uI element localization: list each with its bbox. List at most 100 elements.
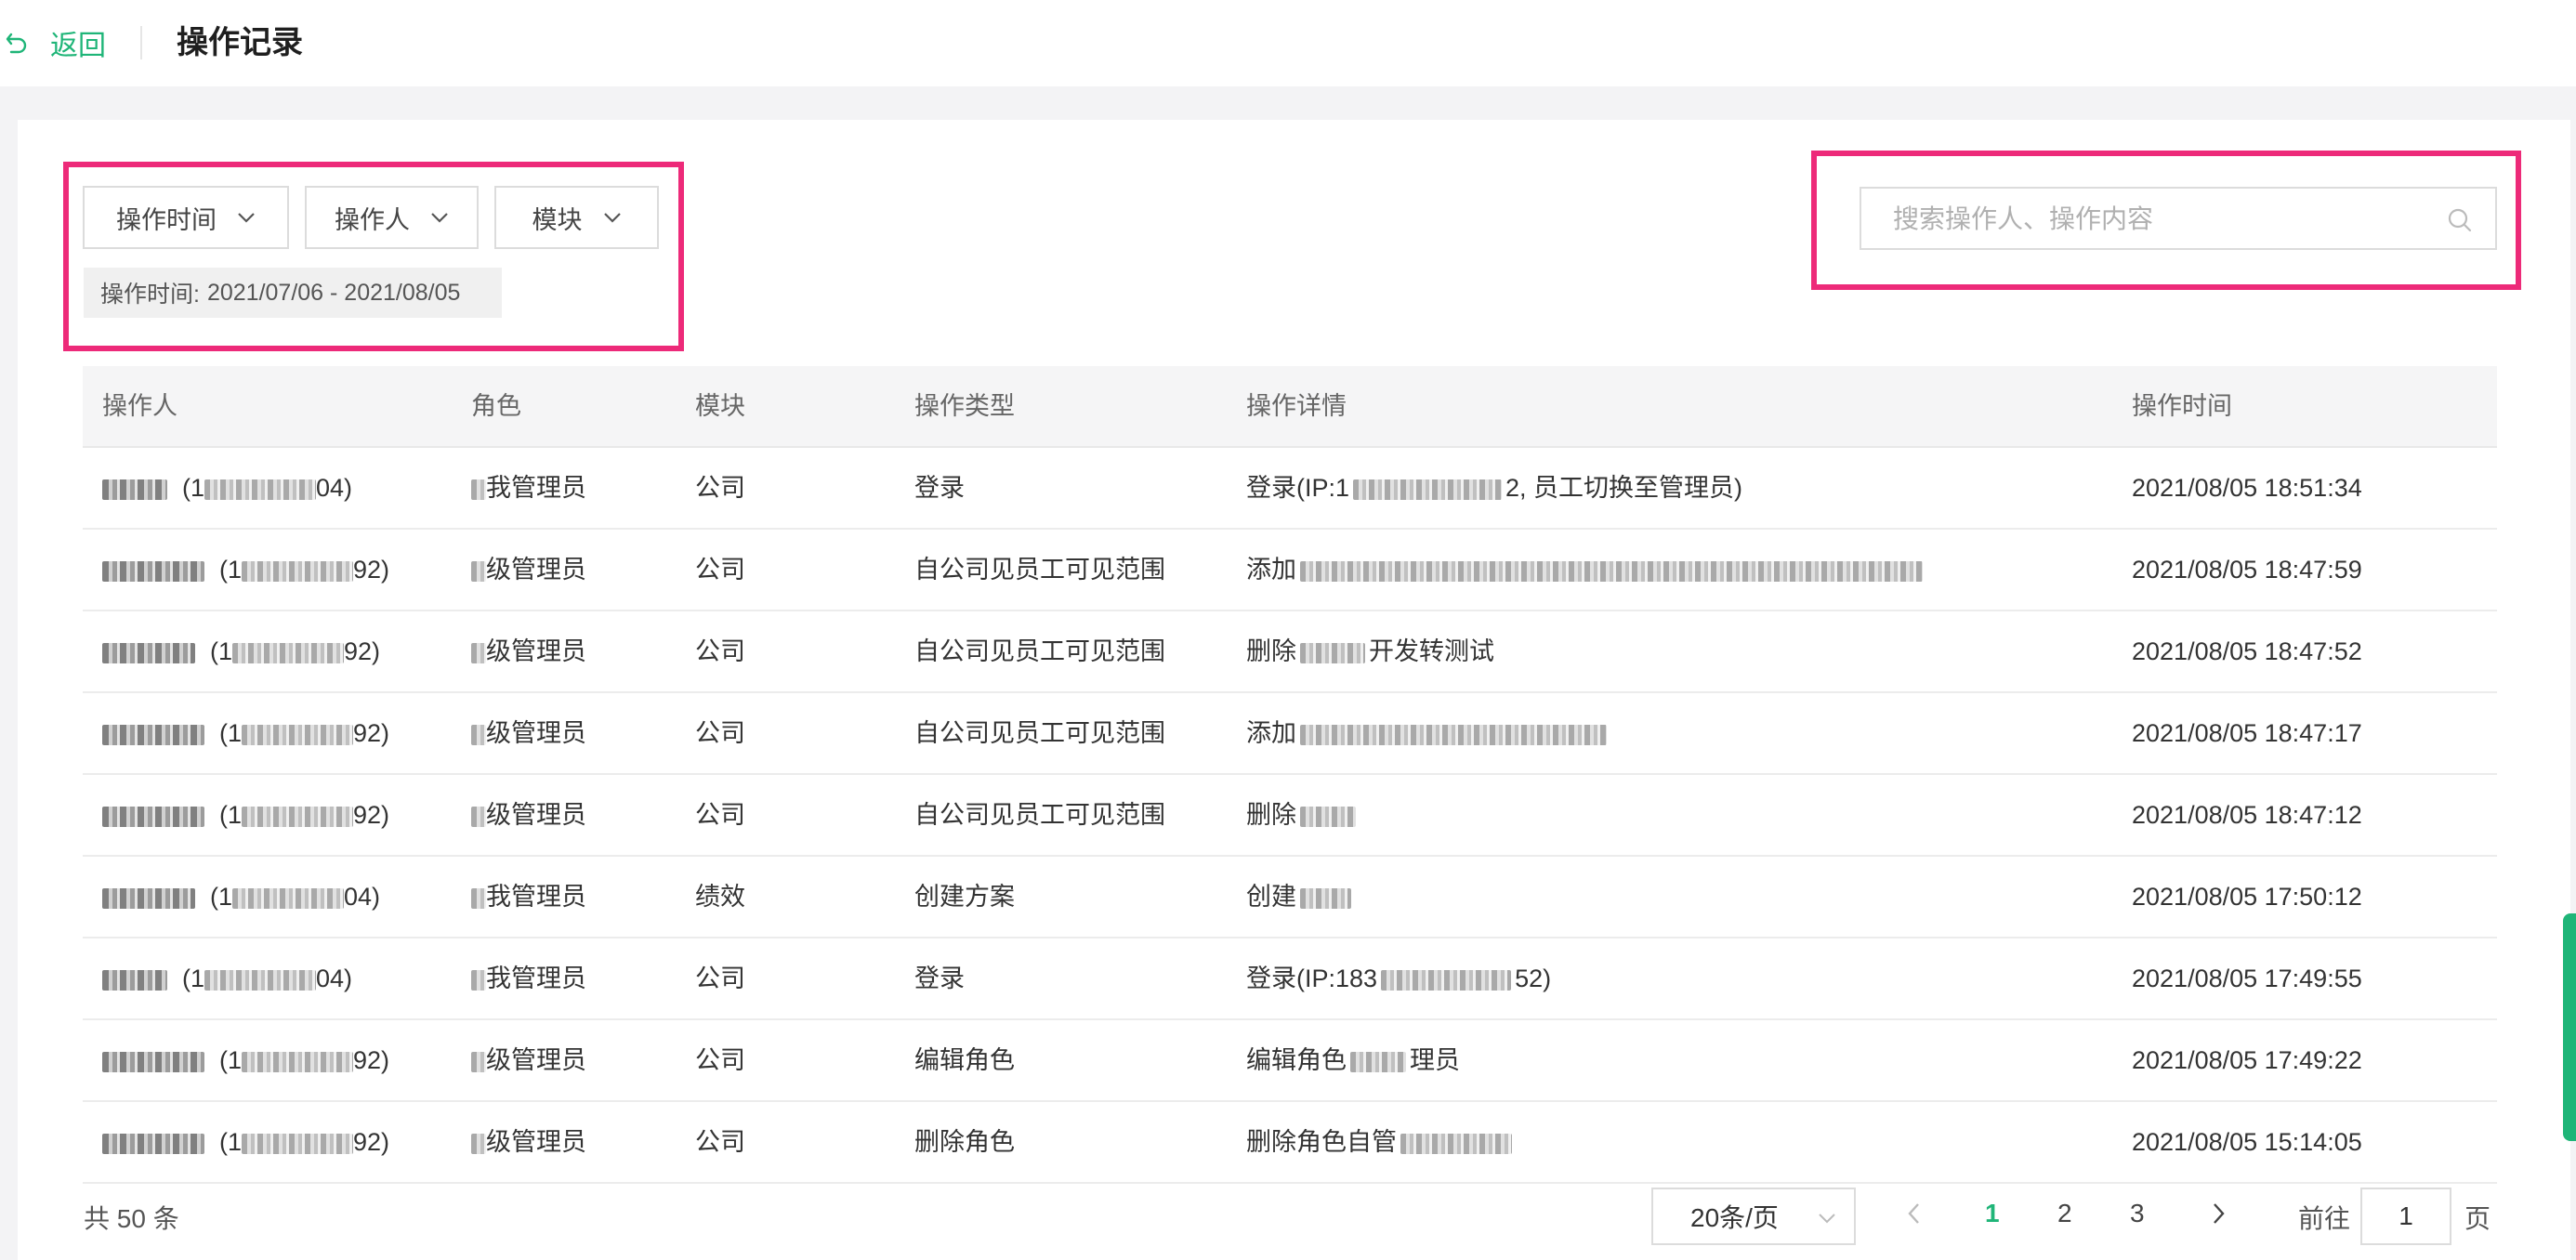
redacted-detail	[1300, 887, 1351, 909]
highlight-box-search	[1811, 151, 2521, 290]
cell-operation-type: 编辑角色	[914, 1046, 1015, 1074]
redacted-role-prefix	[471, 560, 486, 582]
cell-operation-type: 创建方案	[914, 883, 1015, 911]
cell-operation-type: 自公司见员工可见范围	[914, 637, 1165, 665]
cell-operation-type: 删除角色	[914, 1128, 1015, 1156]
redacted-detail	[1400, 1133, 1512, 1154]
cell-operation-time: 2021/08/05 18:51:34	[2132, 474, 2362, 502]
column-header-type: 操作类型	[914, 392, 1015, 420]
cell-operation-detail: 登录(IP:183 52)	[1246, 965, 1552, 992]
cell-operation-type: 自公司见员工可见范围	[914, 719, 1165, 747]
cell-operator: (1 92)	[102, 611, 380, 691]
cell-operator: (1 92)	[102, 530, 389, 610]
cell-operation-time: 2021/08/05 18:47:12	[2132, 801, 2362, 829]
cell-role: 级管理员	[471, 775, 586, 855]
chevron-left-icon[interactable]	[1904, 1201, 1925, 1226]
redacted-detail	[1300, 560, 1923, 582]
redacted-name	[102, 887, 195, 909]
table-row[interactable]: (1 92) 级管理员 公司 自公司见员工可见范围 删除 2021/08/05 18:47:…	[83, 775, 2497, 857]
redacted-role-prefix	[471, 887, 486, 909]
table-row[interactable]: (1 04) 我管理员 公司 登录 登录(IP:183 52) 2021/08/05 17:4…	[83, 938, 2497, 1020]
cell-operation-detail: 编辑角色 理员	[1246, 1046, 1460, 1074]
cell-operation-time: 2021/08/05 18:47:52	[2132, 637, 2362, 665]
column-header-time: 操作时间	[2132, 392, 2232, 420]
chevron-down-icon	[1819, 1214, 1835, 1224]
cell-role: 级管理员	[471, 530, 586, 610]
cell-operation-type: 自公司见员工可见范围	[914, 556, 1165, 584]
cell-module: 公司	[695, 1128, 745, 1156]
cell-module: 绩效	[695, 883, 745, 911]
cell-module: 公司	[695, 1046, 745, 1074]
redacted-role-prefix	[471, 479, 486, 500]
cell-operator: (1 92)	[102, 1102, 389, 1182]
table-body: (1 04) 我管理员 公司 登录 登录(IP:1 2, 员工切换至管理员) 2021/08/…	[83, 448, 2497, 1184]
cell-operation-time: 2021/08/05 17:50:12	[2132, 883, 2362, 911]
redacted-name	[102, 1051, 204, 1072]
redacted-role-prefix	[471, 969, 486, 991]
column-header-operator: 操作人	[102, 392, 177, 420]
cell-operation-time: 2021/08/05 18:47:59	[2132, 556, 2362, 584]
cell-operation-time: 2021/08/05 17:49:22	[2132, 1046, 2362, 1074]
redacted-detail	[1300, 806, 1356, 827]
cell-operator: (1 92)	[102, 693, 389, 773]
redacted-phone	[204, 479, 317, 500]
table-row[interactable]: (1 92) 级管理员 公司 自公司见员工可见范围 添加 2021/08/05 18:47:…	[83, 693, 2497, 775]
top-header: 返回 操作记录	[0, 0, 2576, 86]
page-number-3[interactable]: 3	[2130, 1199, 2145, 1228]
cell-operation-detail: 删除 开发转测试	[1246, 637, 1494, 665]
operation-log-table: 操作人 角色 模块 操作类型 操作详情 操作时间 (1 04) 我管理员 公司 登录 登录…	[83, 366, 2497, 1184]
table-row[interactable]: (1 92) 级管理员 公司 自公司见员工可见范围 删除 开发转测试 2021/08/05 1…	[83, 611, 2497, 693]
redacted-detail	[1353, 479, 1503, 500]
cell-module: 公司	[695, 556, 745, 584]
cell-role: 级管理员	[471, 1020, 586, 1100]
cell-operation-type: 自公司见员工可见范围	[914, 801, 1165, 829]
table-row[interactable]: (1 92) 级管理员 公司 删除角色 删除角色自管 2021/08/05 15:14:05	[83, 1102, 2497, 1184]
goto-page-input[interactable]	[2360, 1188, 2451, 1245]
redacted-detail	[1300, 724, 1607, 745]
page-title: 操作记录	[177, 25, 303, 60]
page-number-2[interactable]: 2	[2057, 1199, 2072, 1228]
cell-role: 我管理员	[471, 448, 586, 528]
redacted-name	[102, 479, 167, 500]
table-row[interactable]: (1 92) 级管理员 公司 编辑角色 编辑角色 理员 2021/08/05 17:49:22	[83, 1020, 2497, 1102]
column-header-module: 模块	[695, 392, 745, 420]
page-size-select[interactable]: 20条/页	[1651, 1188, 1856, 1245]
cell-role: 级管理员	[471, 611, 586, 691]
cell-module: 公司	[695, 801, 745, 829]
cell-operation-detail: 删除	[1246, 775, 1360, 855]
redacted-detail	[1381, 969, 1512, 991]
redacted-phone	[204, 969, 317, 991]
redacted-name	[102, 806, 204, 827]
table-row[interactable]: (1 04) 我管理员 绩效 创建方案 创建 2021/08/05 17:50:12	[83, 857, 2497, 938]
redacted-name	[102, 969, 167, 991]
cell-role: 级管理员	[471, 693, 586, 773]
redacted-role-prefix	[471, 806, 486, 827]
redacted-detail	[1350, 1051, 1406, 1072]
chevron-right-icon[interactable]	[2208, 1201, 2228, 1226]
redacted-phone	[242, 806, 354, 827]
table-row[interactable]: (1 92) 级管理员 公司 自公司见员工可见范围 添加 2021/08/05 18:47:…	[83, 530, 2497, 611]
redacted-role-prefix	[471, 1133, 486, 1154]
cell-operation-detail: 登录(IP:1 2, 员工切换至管理员)	[1246, 474, 1743, 502]
cell-role: 我管理员	[471, 857, 586, 937]
cell-module: 公司	[695, 637, 745, 665]
side-help-tab[interactable]	[2563, 913, 2576, 1141]
page-number-1[interactable]: 1	[1985, 1199, 2000, 1228]
cell-module: 公司	[695, 965, 745, 992]
cell-operator: (1 04)	[102, 938, 352, 1018]
undo-icon	[6, 33, 27, 54]
back-label: 返回	[50, 31, 106, 61]
cell-operator: (1 04)	[102, 448, 352, 528]
cell-operator: (1 04)	[102, 857, 380, 937]
redacted-phone	[242, 724, 354, 745]
cell-operation-type: 登录	[914, 474, 965, 502]
page-suffix-label: 页	[2464, 1204, 2491, 1233]
redacted-name	[102, 560, 204, 582]
cell-module: 公司	[695, 474, 745, 502]
table-row[interactable]: (1 04) 我管理员 公司 登录 登录(IP:1 2, 员工切换至管理员) 2021/08/…	[83, 448, 2497, 530]
highlight-box-filters	[63, 162, 684, 351]
cell-operation-time: 2021/08/05 15:14:05	[2132, 1128, 2362, 1156]
back-button[interactable]: 返回	[6, 22, 106, 63]
goto-label: 前往	[2298, 1204, 2351, 1233]
redacted-phone	[232, 642, 345, 663]
